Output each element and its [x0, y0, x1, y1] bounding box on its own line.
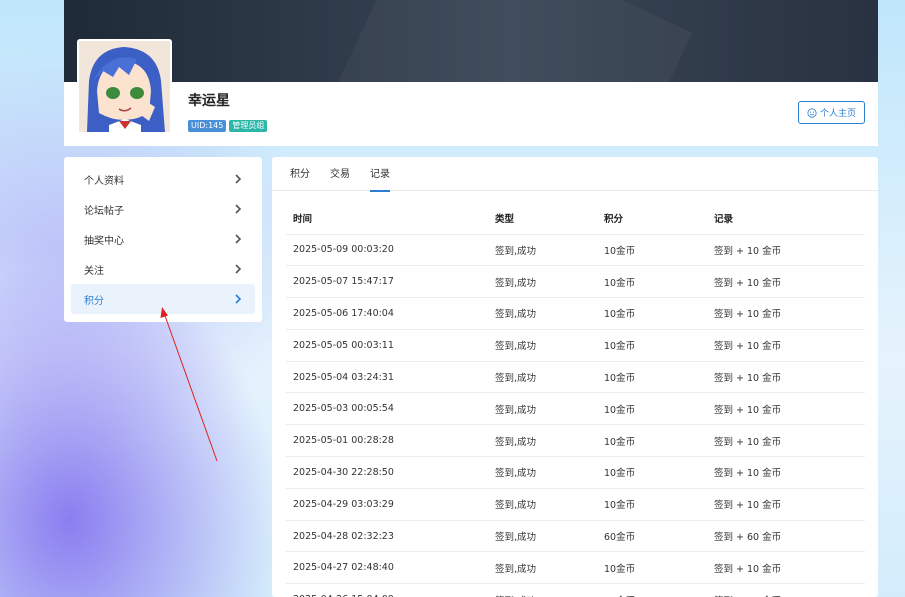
cell-record: 签到 + 10 金币: [707, 297, 865, 330]
table-row: 2025-04-28 02:32:23 签到,成功 60金币 签到 + 60 金币: [286, 520, 865, 553]
cell-points: 10金币: [597, 424, 707, 458]
tab-records[interactable]: 记录: [370, 157, 390, 192]
chevron-right-icon: [235, 204, 242, 214]
cell-record: 签到 + 60 金币: [707, 520, 865, 553]
cell-points: 10金币: [597, 234, 707, 267]
cell-time: 2025-04-29 03:03:29: [286, 488, 488, 521]
sidebar-item-forum-posts[interactable]: 论坛帖子: [71, 194, 255, 224]
cell-type: 签到,成功: [488, 488, 597, 521]
cell-record: 签到 + 10 金币: [707, 583, 865, 597]
cell-time: 2025-05-05 00:03:11: [286, 329, 488, 362]
table-row: 2025-05-03 00:05:54 签到,成功 10金币 签到 + 10 金币: [286, 392, 865, 426]
cell-time: 2025-04-26 15:04:09: [286, 583, 488, 597]
column-header-time: 时间: [286, 202, 488, 235]
column-header-type: 类型: [488, 202, 597, 235]
chevron-right-icon: [235, 264, 242, 274]
chevron-right-icon: [235, 294, 242, 304]
table-row: 2025-04-29 03:03:29 签到,成功 10金币 签到 + 10 金币: [286, 488, 865, 521]
uid-badge: UID:145: [188, 120, 227, 132]
avatar-image: [79, 41, 170, 132]
home-page-button-label: 个人主页: [819, 109, 856, 119]
cell-points: 10金币: [597, 265, 707, 299]
tab-points[interactable]: 积分: [290, 157, 310, 191]
cell-type: 签到,成功: [488, 361, 597, 394]
column-header-points: 积分: [597, 202, 707, 235]
table-row: 2025-05-06 17:40:04 签到,成功 10金币 签到 + 10 金币: [286, 297, 865, 330]
sidebar-item-label: 个人资料: [84, 175, 124, 187]
tab-trade[interactable]: 交易: [330, 157, 350, 191]
cell-record: 签到 + 10 金币: [707, 329, 865, 362]
table-row: 2025-04-27 02:48:40 签到,成功 10金币 签到 + 10 金币: [286, 551, 865, 585]
cell-points: 10金币: [597, 392, 707, 426]
cell-points: 10金币: [597, 551, 707, 585]
home-page-button[interactable]: 个人主页: [798, 101, 865, 124]
table-row: 2025-05-07 15:47:17 签到,成功 10金币 签到 + 10 金币: [286, 265, 865, 299]
tab-bar: 积分 交易 记录: [272, 157, 878, 192]
chevron-right-icon: [235, 174, 242, 184]
cell-record: 签到 + 10 金币: [707, 361, 865, 394]
cell-record: 签到 + 10 金币: [707, 234, 865, 267]
sidebar-item-label: 关注: [84, 265, 104, 277]
cell-points: 10金币: [597, 361, 707, 394]
table-row: 2025-05-05 00:03:11 签到,成功 10金币 签到 + 10 金币: [286, 329, 865, 362]
cell-time: 2025-05-06 17:40:04: [286, 297, 488, 330]
table-row: 2025-04-26 15:04:09签到,成功10金币签到 + 10 金币: [286, 583, 865, 597]
cell-type: 签到,成功: [488, 329, 597, 362]
sidebar-item-profile[interactable]: 个人资料: [71, 164, 255, 194]
username: 幸运星: [188, 93, 230, 109]
cell-record: 签到 + 10 金币: [707, 392, 865, 426]
table-body: 2025-05-09 00:03:20 签到,成功 10金币 签到 + 10 金币 20…: [286, 234, 865, 597]
table-row: 2025-05-01 00:28:28 签到,成功 10金币 签到 + 10 金币: [286, 424, 865, 458]
cell-record: 签到 + 10 金币: [707, 265, 865, 299]
cell-points: 10金币: [597, 456, 707, 489]
main-panel: 积分 交易 记录 时间 类型 积分 记录 2025-05-09 00:03:20…: [272, 157, 878, 597]
profile-banner: [64, 0, 878, 82]
cell-type: 签到,成功: [488, 583, 597, 597]
cell-time: 2025-05-01 00:28:28: [286, 424, 488, 458]
cell-time: 2025-05-04 03:24:31: [286, 361, 488, 394]
chevron-right-icon: [235, 234, 242, 244]
user-badges: UID:145 管理员组: [188, 120, 268, 132]
cell-record: 签到 + 10 金币: [707, 488, 865, 521]
cell-points: 10金币: [597, 488, 707, 521]
sidebar-item-label: 积分: [84, 295, 104, 307]
cell-points: 10金币: [597, 297, 707, 330]
cell-record: 签到 + 10 金币: [707, 456, 865, 489]
sidebar: 个人资料 论坛帖子 抽奖中心 关注 积分: [64, 157, 262, 322]
cell-time: 2025-04-30 22:28:50: [286, 456, 488, 489]
cell-record: 签到 + 10 金币: [707, 551, 865, 585]
table-header-row: 时间 类型 积分 记录: [286, 202, 865, 235]
profile-bar: [64, 82, 878, 146]
sidebar-item-label: 论坛帖子: [84, 205, 124, 217]
sidebar-item-follow[interactable]: 关注: [71, 254, 255, 284]
cell-points: 10金币: [597, 583, 707, 597]
sidebar-item-lottery[interactable]: 抽奖中心: [71, 224, 255, 254]
cell-type: 签到,成功: [488, 456, 597, 489]
sidebar-item-points[interactable]: 积分: [71, 284, 255, 314]
cell-time: 2025-05-09 00:03:20: [286, 234, 488, 267]
cell-time: 2025-05-07 15:47:17: [286, 265, 488, 299]
cell-time: 2025-05-03 00:05:54: [286, 392, 488, 426]
avatar[interactable]: [77, 39, 172, 134]
table-row: 2025-05-09 00:03:20 签到,成功 10金币 签到 + 10 金币: [286, 234, 865, 267]
cell-record: 签到 + 10 金币: [707, 424, 865, 458]
cell-type: 签到,成功: [488, 551, 597, 585]
records-table: 时间 类型 积分 记录 2025-05-09 00:03:20 签到,成功 10金币…: [286, 202, 865, 597]
table-row: 2025-04-30 22:28:50 签到,成功 10金币 签到 + 10 金币: [286, 456, 865, 489]
cell-type: 签到,成功: [488, 265, 597, 299]
table-row: 2025-05-04 03:24:31 签到,成功 10金币 签到 + 10 金币: [286, 361, 865, 394]
cell-time: 2025-04-28 02:32:23: [286, 520, 488, 553]
cell-points: 10金币: [597, 329, 707, 362]
smile-icon: [807, 107, 817, 118]
cell-type: 签到,成功: [488, 424, 597, 458]
cell-points: 60金币: [597, 520, 707, 553]
cell-type: 签到,成功: [488, 297, 597, 330]
cell-type: 签到,成功: [488, 392, 597, 426]
column-header-record: 记录: [707, 202, 865, 235]
sidebar-item-label: 抽奖中心: [84, 235, 124, 247]
cell-time: 2025-04-27 02:48:40: [286, 551, 488, 585]
group-badge: 管理员组: [229, 120, 268, 132]
cell-type: 签到,成功: [488, 520, 597, 553]
cell-type: 签到,成功: [488, 234, 597, 267]
